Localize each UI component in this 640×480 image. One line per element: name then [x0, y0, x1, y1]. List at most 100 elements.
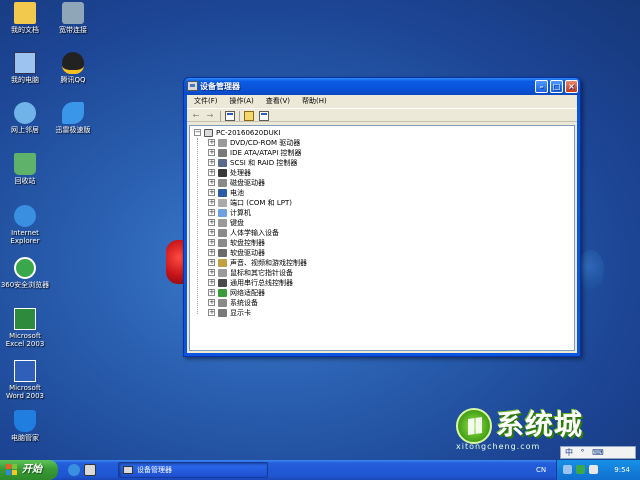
show-desktop-icon[interactable]: [84, 464, 96, 476]
menu-file[interactable]: 文件(F): [193, 95, 219, 108]
tree-item-label: 软盘驱动器: [230, 249, 265, 257]
language-indicator[interactable]: CN: [536, 466, 546, 474]
desktop-icon-network-places[interactable]: 网上邻居: [0, 102, 50, 134]
scsi-controller-icon: [218, 159, 227, 167]
tree-item[interactable]: + 处理器: [194, 168, 574, 178]
tree-item[interactable]: + 键盘: [194, 218, 574, 228]
expand-toggle[interactable]: +: [208, 249, 215, 256]
ime-punct[interactable]: °: [581, 448, 585, 457]
expand-toggle[interactable]: +: [208, 229, 215, 236]
taskbar-button-label: 设备管理器: [137, 466, 172, 474]
broadband-icon: [62, 2, 84, 24]
sound-icon: [218, 259, 227, 267]
menu-help[interactable]: 帮助(H): [301, 95, 328, 108]
expand-toggle[interactable]: +: [208, 169, 215, 176]
desktop-icon-excel[interactable]: Microsoft Excel 2003: [0, 308, 50, 348]
device-manager-window[interactable]: 设备管理器 – □ × 文件(F) 操作(A) 查看(V) 帮助(H) ← → …: [183, 77, 581, 357]
back-button[interactable]: ←: [191, 111, 201, 121]
expand-toggle[interactable]: +: [208, 139, 215, 146]
close-button[interactable]: ×: [565, 80, 578, 93]
expand-toggle[interactable]: +: [208, 149, 215, 156]
ime-keyboard[interactable]: ⌨: [592, 448, 604, 457]
disk-drive-icon: [218, 179, 227, 187]
network-adapter-icon: [218, 289, 227, 297]
volume-tray-icon[interactable]: [589, 465, 598, 474]
device-tree[interactable]: − PC-20160620DUKI + DVD/CD-ROM 驱动器 + IDE AT…: [189, 125, 575, 351]
desktop-icon-pc-manager[interactable]: 电脑管家: [0, 410, 50, 442]
expand-toggle[interactable]: +: [208, 239, 215, 246]
desktop-icon-thunder[interactable]: 迅雷极速版: [48, 102, 98, 134]
desktop-icon-label: Microsoft Excel 2003: [5, 332, 45, 348]
tree-item[interactable]: + 声音、视频和游戏控制器: [194, 258, 574, 268]
system-devices-icon: [218, 299, 227, 307]
show-hide-console-tree-icon[interactable]: [225, 111, 235, 121]
tree-item[interactable]: + 鼠标和其它指针设备: [194, 268, 574, 278]
expand-toggle[interactable]: +: [208, 209, 215, 216]
ime-bar[interactable]: 中 ° ⌨: [560, 446, 636, 459]
properties-icon[interactable]: [244, 111, 254, 121]
taskbar: 开始 设备管理器 CN 9:54: [0, 460, 640, 480]
battery-icon: [218, 189, 227, 197]
expand-toggle[interactable]: +: [208, 159, 215, 166]
tree-item[interactable]: + 系统设备: [194, 298, 574, 308]
tree-item[interactable]: + 软盘驱动器: [194, 248, 574, 258]
minimize-button[interactable]: –: [535, 80, 548, 93]
desktop-icon-word[interactable]: Microsoft Word 2003: [0, 360, 50, 400]
tree-item[interactable]: + IDE ATA/ATAPI 控制器: [194, 148, 574, 158]
expand-toggle[interactable]: +: [208, 199, 215, 206]
expand-toggle[interactable]: +: [208, 309, 215, 316]
recycle-bin-icon: [14, 153, 36, 175]
expand-toggle[interactable]: +: [208, 299, 215, 306]
shield-tray-icon[interactable]: [576, 465, 585, 474]
taskbar-button-device-manager[interactable]: 设备管理器: [118, 462, 268, 478]
expand-toggle[interactable]: +: [208, 219, 215, 226]
expand-toggle[interactable]: +: [208, 179, 215, 186]
tree-item-label: 软盘控制器: [230, 239, 265, 247]
start-button[interactable]: 开始: [0, 460, 58, 480]
expand-toggle[interactable]: +: [208, 279, 215, 286]
tree-item[interactable]: + 人体学输入设备: [194, 228, 574, 238]
floppy-drive-icon: [218, 249, 227, 257]
tree-item[interactable]: + 网络适配器: [194, 288, 574, 298]
tree-item[interactable]: + 计算机: [194, 208, 574, 218]
expand-toggle[interactable]: +: [208, 189, 215, 196]
display-adapter-icon: [218, 309, 227, 317]
my-documents-icon: [14, 2, 36, 24]
expand-toggle[interactable]: +: [208, 289, 215, 296]
tree-item[interactable]: + DVD/CD-ROM 驱动器: [194, 138, 574, 148]
menu-action[interactable]: 操作(A): [229, 95, 255, 108]
window-titlebar[interactable]: 设备管理器 – □ ×: [184, 78, 580, 95]
help-icon[interactable]: [259, 111, 269, 121]
tree-item[interactable]: + 电池: [194, 188, 574, 198]
tree-item-label: IDE ATA/ATAPI 控制器: [230, 149, 302, 157]
tree-item[interactable]: + 显示卡: [194, 308, 574, 318]
processor-icon: [218, 169, 227, 177]
desktop-icon-recycle-bin[interactable]: 回收站: [0, 153, 50, 185]
tree-item[interactable]: + 软盘控制器: [194, 238, 574, 248]
tree-item[interactable]: + 端口 (COM 和 LPT): [194, 198, 574, 208]
thunder-icon: [62, 102, 84, 124]
forward-button[interactable]: →: [205, 111, 215, 121]
expand-toggle[interactable]: +: [208, 259, 215, 266]
network-tray-icon[interactable]: [563, 465, 572, 474]
ie-quicklaunch-icon[interactable]: [68, 464, 80, 476]
ime-mode[interactable]: 中: [565, 448, 573, 457]
desktop-icon-qq[interactable]: 腾讯QQ: [48, 52, 98, 84]
maximize-button[interactable]: □: [550, 80, 563, 93]
desktop-icon-my-documents[interactable]: 我的文档: [0, 2, 50, 34]
tree-item[interactable]: + 磁盘驱动器: [194, 178, 574, 188]
desktop-icon-broadband[interactable]: 宽带连接: [48, 2, 98, 34]
collapse-toggle[interactable]: −: [194, 129, 201, 136]
tree-root[interactable]: − PC-20160620DUKI: [194, 128, 574, 138]
desktop-icon-360-browser[interactable]: 360安全浏览器: [0, 257, 50, 289]
tree-item-label: 声音、视频和游戏控制器: [230, 259, 307, 267]
desktop-icon-internet-explorer[interactable]: Internet Explorer: [0, 205, 50, 245]
expand-toggle[interactable]: +: [208, 269, 215, 276]
tree-item[interactable]: + SCSI 和 RAID 控制器: [194, 158, 574, 168]
word-icon: [14, 360, 36, 382]
tree-item[interactable]: + 通用串行总线控制器: [194, 278, 574, 288]
desktop-icon-my-computer[interactable]: 我的电脑: [0, 52, 50, 84]
tree-item-label: 鼠标和其它指针设备: [230, 269, 293, 277]
my-computer-icon: [14, 52, 36, 74]
menu-view[interactable]: 查看(V): [265, 95, 291, 108]
